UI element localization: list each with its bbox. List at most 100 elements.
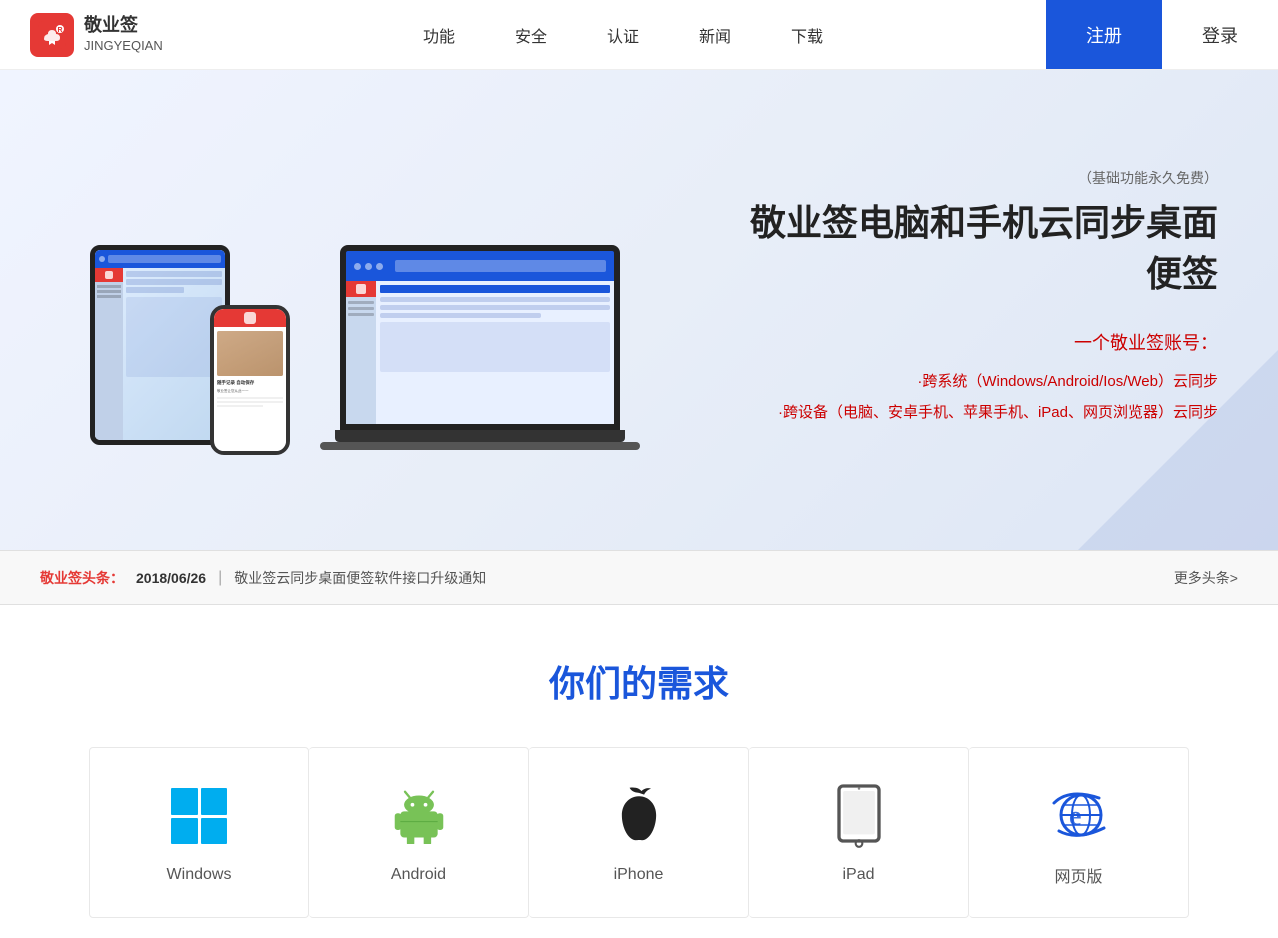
- platform-card-web[interactable]: e 网页版: [969, 747, 1189, 918]
- laptop-stand: [320, 442, 640, 450]
- svg-text:e: e: [1069, 801, 1081, 832]
- t-line: [126, 279, 222, 285]
- tablet-body: [95, 268, 225, 440]
- tablet-screen: [95, 250, 225, 440]
- platform-card-ipad[interactable]: iPad: [749, 747, 969, 918]
- dot2: [365, 263, 372, 270]
- iphone-label: iPhone: [614, 866, 664, 884]
- laptop-screen-bar: [346, 251, 614, 281]
- win-tile-2: [201, 788, 228, 815]
- ticker-divider: |: [218, 569, 222, 587]
- s-line: [348, 307, 374, 310]
- hero-title: 敬业签电脑和手机云同步桌面便签: [720, 198, 1218, 299]
- hero-right: （基础功能永久免费） 敬业签电脑和手机云同步桌面便签 一个敬业签账号： ·跨系统…: [720, 168, 1218, 432]
- svg-text:R: R: [57, 27, 62, 34]
- address-bar: [395, 260, 606, 272]
- logo-text: 敬业签 JINGYEQIAN: [84, 14, 163, 54]
- header-buttons: 注册 登录: [1046, 0, 1278, 69]
- p-line: [217, 401, 283, 403]
- header: R 敬业签 JINGYEQIAN 功能 安全 认证 新闻 下载 注册 登录: [0, 0, 1278, 70]
- t-addr: [108, 255, 221, 263]
- t-dot: [99, 256, 105, 262]
- logo-area: R 敬业签 JINGYEQIAN: [0, 13, 200, 57]
- p-line: [217, 405, 263, 407]
- win-icon-grid: [171, 788, 227, 844]
- tablet-mockup: [90, 245, 230, 445]
- m-header: [380, 285, 610, 293]
- ph-logo: [244, 312, 256, 324]
- hero-feature-2: ·跨设备（电脑、安卓手机、苹果手机、iPad、网页浏览器）云同步: [720, 401, 1218, 422]
- ie-icon: e: [1044, 778, 1114, 848]
- main-nav: 功能 安全 认证 新闻 下载: [200, 23, 1046, 47]
- device-mockup: 随手记录 自动保存 敬业签让您从此一一: [60, 115, 640, 485]
- apple-icon: [604, 781, 674, 851]
- phone-screen: 随手记录 自动保存 敬业签让您从此一一: [214, 309, 286, 451]
- ts-items: [95, 282, 123, 301]
- ticker-more[interactable]: 更多头条>: [1174, 568, 1238, 588]
- win-tile-3: [171, 818, 198, 845]
- hero-feature-1: ·跨系统（Windows/Android/Ios/Web）云同步: [720, 370, 1218, 391]
- t-line: [126, 271, 222, 277]
- ipad-icon: [824, 781, 894, 851]
- web-label: 网页版: [1054, 863, 1102, 887]
- ts-logo: [105, 271, 113, 279]
- ts-header: [95, 268, 123, 282]
- win-tile-1: [171, 788, 198, 815]
- m-line: [380, 297, 610, 302]
- laptop-mockup: [320, 245, 640, 485]
- phone-header: [214, 309, 286, 327]
- m-content: [380, 322, 610, 372]
- laptop-main: [376, 281, 614, 424]
- phone-content: 随手记录 自动保存 敬业签让您从此一一: [214, 327, 286, 411]
- phone-image: [217, 331, 283, 376]
- win-tile-4: [201, 818, 228, 845]
- sidebar-logo: [356, 284, 366, 294]
- sidebar-header: [346, 281, 376, 297]
- phone-frame: 随手记录 自动保存 敬业签让您从此一一: [210, 305, 290, 455]
- nav-item-features[interactable]: 功能: [423, 23, 455, 47]
- phone-mockup: 随手记录 自动保存 敬业签让您从此一一: [210, 305, 290, 455]
- phone-text2: 敬业签让您从此一一: [217, 389, 283, 394]
- s-line: [348, 313, 374, 316]
- nav-item-download[interactable]: 下载: [791, 23, 823, 47]
- ts-line: [97, 285, 121, 288]
- nav-item-security[interactable]: 安全: [515, 23, 547, 47]
- ticker-label: 敬业签头条：: [40, 568, 124, 588]
- needs-title: 你们的需求: [20, 655, 1258, 707]
- ticker-date: 2018/06/26: [136, 570, 206, 586]
- ipad-label: iPad: [842, 866, 874, 884]
- dot1: [354, 263, 361, 270]
- tablet-sidebar: [95, 268, 123, 440]
- s-line: [348, 301, 374, 304]
- android-label: Android: [391, 866, 446, 884]
- android-icon: [384, 781, 454, 851]
- nav-item-auth[interactable]: 认证: [607, 23, 639, 47]
- news-ticker: 敬业签头条： 2018/06/26 | 敬业签云同步桌面便签软件接口升级通知 更…: [0, 550, 1278, 605]
- dot3: [376, 263, 383, 270]
- needs-section: 你们的需求 Windows: [0, 605, 1278, 938]
- laptop-body: [346, 281, 614, 424]
- hero-section: 随手记录 自动保存 敬业签让您从此一一 （基础功能永久免费） 敬业签电脑和手机云…: [0, 70, 1278, 550]
- phone-img-inner: [217, 331, 283, 376]
- ts-line: [97, 290, 121, 293]
- platform-card-windows[interactable]: Windows: [89, 747, 309, 918]
- login-button[interactable]: 登录: [1162, 0, 1278, 69]
- laptop-base: [335, 430, 625, 442]
- ts-line: [97, 295, 121, 298]
- windows-icon: [164, 781, 234, 851]
- sidebar-items: [346, 297, 376, 323]
- hero-features: ·跨系统（Windows/Android/Ios/Web）云同步 ·跨设备（电脑…: [720, 370, 1218, 422]
- brand-name: 敬业签: [84, 14, 163, 37]
- p-line: [217, 397, 283, 399]
- phone-text1: 随手记录 自动保存: [217, 380, 283, 386]
- platform-cards: Windows: [20, 747, 1258, 918]
- platform-card-android[interactable]: Android: [309, 747, 529, 918]
- tablet-bar: [95, 250, 225, 268]
- t-content: [126, 297, 222, 377]
- brand-subtitle: JINGYEQIAN: [84, 38, 163, 53]
- platform-card-iphone[interactable]: iPhone: [529, 747, 749, 918]
- windows-label: Windows: [167, 866, 232, 884]
- register-button[interactable]: 注册: [1046, 0, 1162, 69]
- hero-subtitle: （基础功能永久免费）: [720, 168, 1218, 188]
- nav-item-news[interactable]: 新闻: [699, 23, 731, 47]
